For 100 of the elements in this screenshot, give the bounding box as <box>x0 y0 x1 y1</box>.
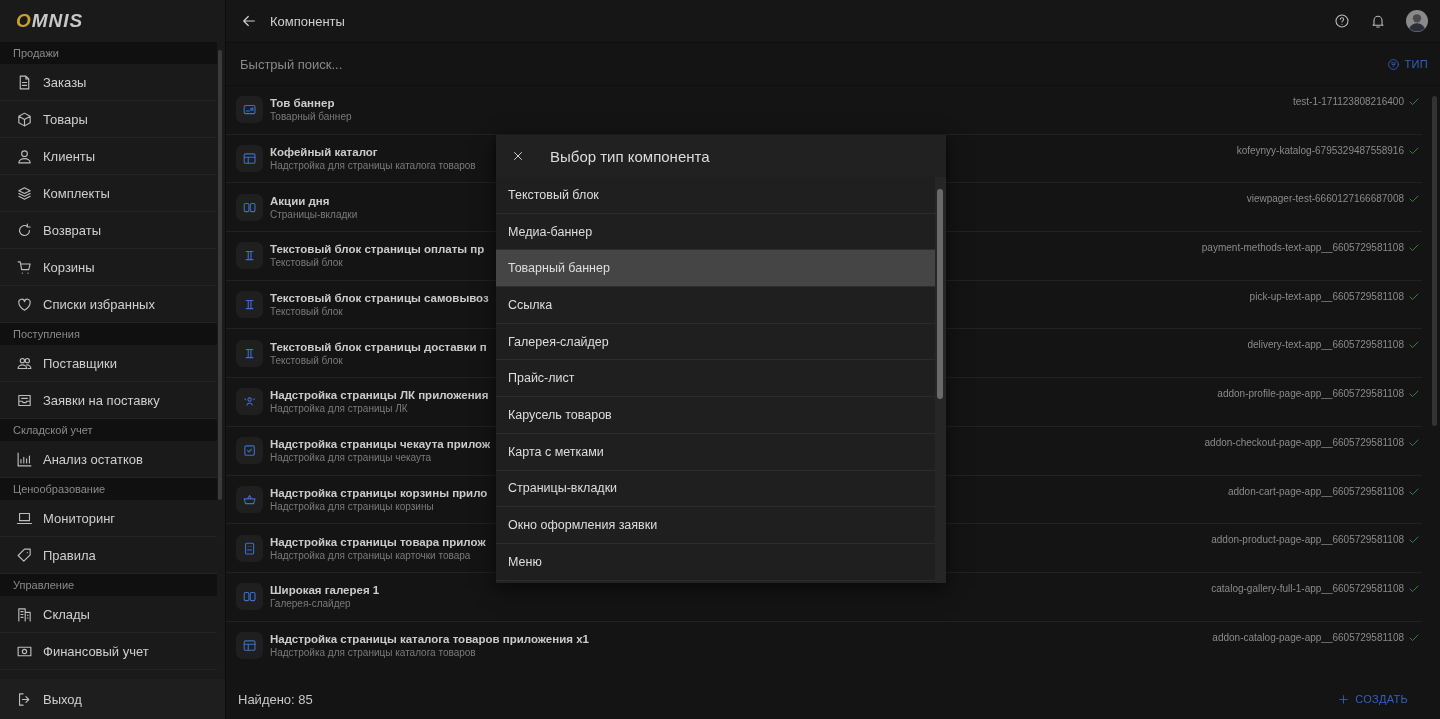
component-title: Надстройка страницы чекаута прилож <box>270 438 491 451</box>
menu-item-icon <box>16 295 33 313</box>
dialog-title: Выбор тип компонента <box>550 147 710 165</box>
component-type: Текстовый блок <box>270 354 343 366</box>
bell-icon[interactable] <box>1370 13 1386 29</box>
section-header: Поступления <box>0 323 217 345</box>
logout-item[interactable]: Выход <box>0 679 225 719</box>
component-slug: addon-cart-page-app__6605729581108 <box>1227 485 1404 497</box>
type-option[interactable]: Карта с метками <box>496 433 935 471</box>
component-type: Надстройка для страницы каталога товаров <box>270 160 476 172</box>
sidebar-item[interactable]: Склады <box>0 596 217 633</box>
type-option[interactable]: Ссылка <box>496 287 935 324</box>
component-type-icon <box>236 193 263 221</box>
component-type: Надстройка для страницы карточки товара <box>270 549 471 561</box>
component-title: Широкая галерея 1 <box>270 584 380 597</box>
component-title: Текстовый блок страницы самовывоз <box>270 292 489 305</box>
component-slug: viewpager-test-6660127166687008 <box>1246 193 1404 205</box>
component-slug: addon-profile-page-app__6605729581108 <box>1217 388 1404 400</box>
menu-item-icon <box>16 546 33 564</box>
component-type-icon <box>236 583 263 611</box>
type-option[interactable]: Медиа-баннер <box>496 213 935 251</box>
section-header: Продажи <box>0 42 217 64</box>
component-title: Надстройка страницы ЛК приложения <box>270 389 489 402</box>
component-type-icon <box>236 534 263 562</box>
avatar[interactable] <box>1406 10 1428 32</box>
component-slug: catalog-gallery-full-1-app__6605729581108 <box>1211 582 1404 594</box>
component-slug: test-1-171123808216400 <box>1292 96 1404 107</box>
sidebar-item[interactable]: Заказы <box>0 64 217 101</box>
close-icon[interactable] <box>511 149 525 163</box>
component-title: Тов баннер <box>270 97 335 110</box>
type-option[interactable]: Товарный баннер <box>496 250 935 288</box>
component-type-icon <box>236 485 263 513</box>
help-icon[interactable] <box>1334 13 1350 29</box>
component-row[interactable]: Надстройка страницы каталога товаров приложения x1 Надстройка для страницы каталога товаров addon-catalog-page-app__6605729581108 <box>226 621 1422 667</box>
menu-item-icon <box>16 110 33 128</box>
component-slug: addon-product-page-app__6605729581108 <box>1211 534 1404 546</box>
component-title: Надстройка страницы каталога товаров приложения x1 <box>270 632 589 645</box>
component-title: Акции дня <box>270 194 330 207</box>
results-count: Найдено: 85 <box>238 691 313 707</box>
scrollbar[interactable] <box>1432 96 1437 426</box>
type-option[interactable]: Меню <box>496 543 935 581</box>
plus-icon <box>1337 692 1351 706</box>
scrollbar[interactable] <box>218 50 222 500</box>
sidebar-item[interactable]: Поставщики <box>0 345 217 382</box>
search-field[interactable]: Быстрый поиск... <box>238 55 1385 73</box>
sidebar-item[interactable]: Финансовый учет <box>0 633 217 670</box>
type-option[interactable]: Галерея-слайдер <box>496 323 935 361</box>
component-slug: delivery-text-app__6605729581108 <box>1247 339 1404 351</box>
type-option[interactable]: Окно оформления заявки <box>496 507 935 544</box>
component-type: Надстройка для страницы ЛК <box>270 403 408 415</box>
section-header: Складской учет <box>0 419 217 441</box>
component-type: Надстройка для страницы каталога товаров <box>270 646 476 658</box>
sidebar-item[interactable]: Клиенты <box>0 138 217 175</box>
section-header: Управление <box>0 574 217 596</box>
menu-item-icon <box>16 184 33 202</box>
component-type-icon <box>236 96 263 124</box>
component-slug: payment-methods-text-app__6605729581108 <box>1201 242 1404 254</box>
filter-icon <box>1386 57 1400 71</box>
component-type-icon <box>236 291 263 319</box>
component-type: Надстройка для страницы корзины <box>270 500 434 512</box>
type-option[interactable]: Прайс-лист <box>496 360 935 398</box>
menu-item-icon <box>16 450 33 468</box>
component-title: Кофейный каталог <box>270 146 378 159</box>
section-header: Ценообразование <box>0 478 217 500</box>
component-type: Страницы-вкладки <box>270 208 358 220</box>
component-title: Текстовый блок страницы доставки п <box>270 340 487 353</box>
component-row[interactable]: Тов баннер Товарный баннер test-1-171123808216400 <box>226 86 1422 135</box>
menu-item-icon <box>16 147 33 165</box>
component-title: Текстовый блок страницы оплаты пр <box>270 243 485 256</box>
type-option[interactable]: Текстовый блок <box>496 177 935 214</box>
component-type-icon <box>236 631 263 659</box>
omnis-logo: OMNIS <box>15 9 84 33</box>
menu-item-icon <box>16 258 33 276</box>
component-type-icon <box>236 145 263 173</box>
component-slug: pick-up-text-app__6605729581108 <box>1249 290 1404 302</box>
component-title: Надстройка страницы корзины прило <box>270 486 488 499</box>
sidebar-item[interactable]: Мониторинг <box>0 500 217 537</box>
component-type: Товарный баннер <box>270 111 352 123</box>
component-type-icon <box>236 339 263 367</box>
component-type: Надстройка для страницы чекаута <box>270 452 432 464</box>
component-slug: addon-checkout-page-app__6605729581108 <box>1204 436 1404 448</box>
sidebar-item[interactable]: Возвраты <box>0 212 217 249</box>
sidebar-item[interactable]: Комплекты <box>0 175 217 212</box>
component-title: Надстройка страницы товара прилож <box>270 535 486 548</box>
component-type-icon <box>236 437 263 465</box>
component-type: Текстовый блок <box>270 257 343 269</box>
type-option[interactable]: Страницы-вкладки <box>496 470 935 508</box>
menu-item-icon <box>16 605 33 623</box>
menu-item-icon <box>16 221 33 239</box>
component-type-icon <box>236 242 263 270</box>
component-type-icon <box>236 388 263 416</box>
component-type: Текстовый блок <box>270 306 343 318</box>
page-title: Компоненты <box>270 13 345 29</box>
sidebar-item[interactable]: Корзины <box>0 249 217 286</box>
component-slug: addon-catalog-page-app__6605729581108 <box>1212 631 1404 643</box>
sidebar-item[interactable]: Товары <box>0 101 217 138</box>
scrollbar[interactable] <box>935 177 946 583</box>
type-option[interactable]: Карусель товаров <box>496 397 935 434</box>
component-slug: kofeynyy-katalog-6795329487558916 <box>1236 144 1404 156</box>
component-type: Галерея-слайдер <box>270 598 351 610</box>
